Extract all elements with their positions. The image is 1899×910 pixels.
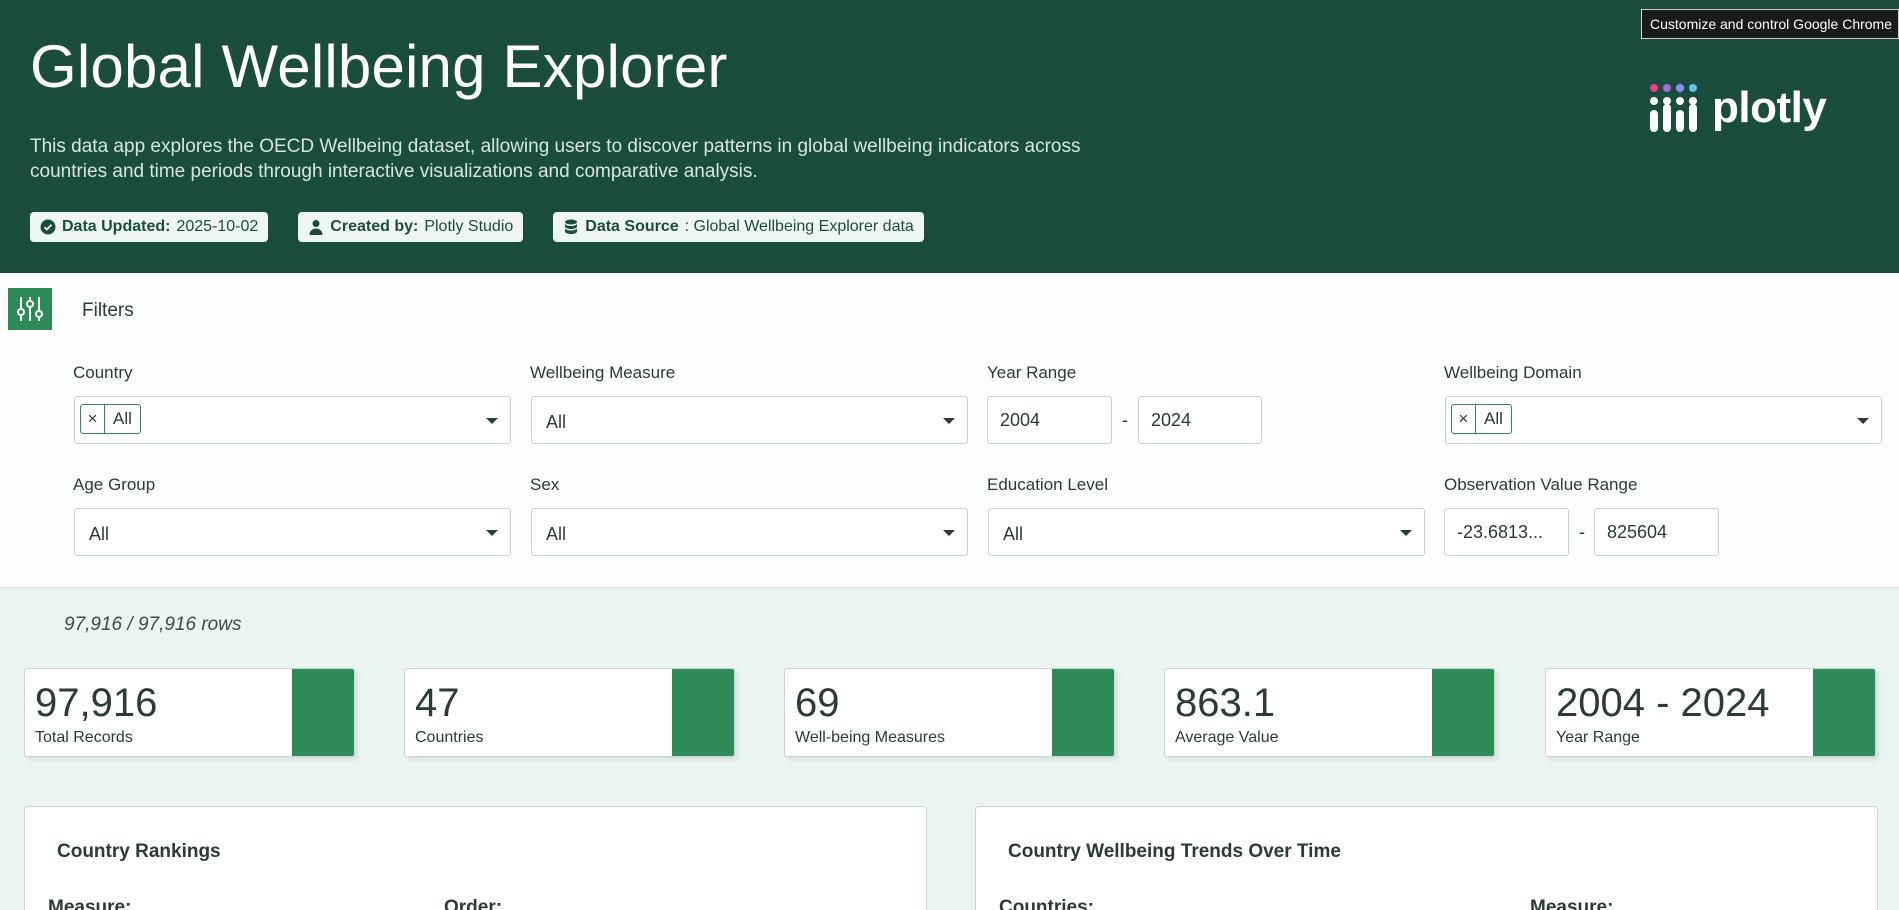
card-title: Country Rankings bbox=[57, 841, 221, 862]
kpi-countries: 47 Countries bbox=[404, 668, 735, 757]
badge-value: : Global Wellbeing Explorer data bbox=[684, 218, 914, 235]
kpi-accent-bar bbox=[1813, 669, 1875, 756]
country-label: Country bbox=[73, 363, 133, 382]
page-title: Global Wellbeing Explorer bbox=[30, 33, 728, 100]
filters-heading: Filters bbox=[82, 300, 134, 321]
badge-label: Data Source bbox=[585, 218, 679, 235]
plotly-logo[interactable]: plotly bbox=[1648, 82, 1827, 134]
kpi-label: Year Range bbox=[1556, 729, 1640, 746]
kpi-accent-bar bbox=[672, 669, 734, 756]
badge-label: Data Updated: bbox=[62, 218, 171, 235]
domain-dropdown[interactable]: × All bbox=[1445, 396, 1882, 444]
kpi-measures: 69 Well-being Measures bbox=[784, 668, 1115, 757]
education-label: Education Level bbox=[987, 475, 1108, 494]
database-icon bbox=[565, 219, 578, 234]
chevron-down-icon[interactable] bbox=[1400, 530, 1412, 536]
kpi-year-range: 2004 - 2024 Year Range bbox=[1545, 668, 1876, 757]
measure-label: Wellbeing Measure bbox=[530, 363, 676, 382]
user-icon bbox=[309, 220, 323, 235]
kpi-accent-bar bbox=[292, 669, 354, 756]
filters-toggle-button[interactable] bbox=[8, 288, 52, 330]
info-badges: Data Updated: 2025-10-02 Created by: Plo… bbox=[30, 212, 924, 242]
chevron-down-icon[interactable] bbox=[943, 418, 955, 424]
measure-control-label: Measure: bbox=[48, 897, 132, 910]
badge-value: Plotly Studio bbox=[424, 218, 514, 235]
chip-remove-button[interactable]: × bbox=[1452, 405, 1476, 433]
chip-label: All bbox=[1484, 409, 1503, 428]
chevron-down-icon[interactable] bbox=[486, 530, 498, 536]
kpi-total-records: 97,916 Total Records bbox=[24, 668, 355, 757]
sex-dropdown[interactable]: All bbox=[531, 508, 968, 556]
badge-value: 2025-10-02 bbox=[176, 218, 259, 235]
education-value: All bbox=[1003, 524, 1024, 544]
badge-label: Created by: bbox=[330, 218, 419, 235]
sex-label: Sex bbox=[530, 475, 560, 494]
created-by-badge: Created by: Plotly Studio bbox=[298, 212, 524, 242]
sliders-icon bbox=[17, 297, 43, 321]
data-updated-badge: Data Updated: 2025-10-02 bbox=[30, 212, 269, 242]
country-dropdown[interactable]: × All bbox=[74, 396, 511, 444]
chevron-down-icon[interactable] bbox=[943, 530, 955, 536]
countries-control-label: Countries: bbox=[999, 897, 1094, 910]
age-group-value: All bbox=[89, 524, 110, 544]
year-to-input[interactable]: 2024 bbox=[1138, 396, 1262, 444]
range-separator: - bbox=[1579, 522, 1585, 542]
chrome-tooltip: Customize and control Google Chrome bbox=[1641, 9, 1899, 39]
kpi-value: 97,916 bbox=[35, 681, 158, 725]
education-dropdown[interactable]: All bbox=[988, 508, 1425, 556]
check-circle-icon bbox=[40, 219, 56, 235]
chip-remove-button[interactable]: × bbox=[81, 405, 105, 433]
domain-chip: × All bbox=[1451, 404, 1512, 434]
row-count: 97,916 / 97,916 rows bbox=[64, 614, 242, 635]
logo-text: plotly bbox=[1712, 83, 1827, 132]
year-from-input[interactable]: 2004 bbox=[987, 396, 1112, 444]
kpi-value: 47 bbox=[415, 681, 460, 725]
range-separator: - bbox=[1122, 410, 1128, 430]
measure-value: All bbox=[546, 412, 567, 432]
data-source-badge: Data Source : Global Wellbeing Explorer d… bbox=[553, 212, 924, 242]
kpi-accent-bar bbox=[1432, 669, 1494, 756]
kpi-value: 2004 - 2024 bbox=[1556, 681, 1770, 725]
measure-dropdown[interactable]: All bbox=[531, 396, 968, 444]
country-rankings-card: Country Rankings Measure: Order: bbox=[24, 806, 927, 910]
kpi-value: 863.1 bbox=[1175, 681, 1276, 725]
wellbeing-trends-card: Country Wellbeing Trends Over Time Count… bbox=[975, 806, 1878, 910]
plotly-mark-icon bbox=[1650, 84, 1697, 132]
obs-range-label: Observation Value Range bbox=[1444, 475, 1638, 494]
kpi-label: Total Records bbox=[35, 729, 133, 746]
chevron-down-icon[interactable] bbox=[486, 418, 498, 424]
obs-to-input[interactable]: 825604 bbox=[1594, 508, 1719, 556]
kpi-label: Average Value bbox=[1175, 729, 1279, 746]
chevron-down-icon[interactable] bbox=[1857, 418, 1869, 424]
card-title: Country Wellbeing Trends Over Time bbox=[1008, 841, 1341, 862]
filters-panel: Filters Country × All Wellbeing Measure … bbox=[0, 273, 1899, 588]
year-range-label: Year Range bbox=[987, 363, 1077, 382]
kpi-value: 69 bbox=[795, 681, 840, 725]
obs-from-input[interactable]: -23.6813... bbox=[1444, 508, 1569, 556]
kpi-accent-bar bbox=[1052, 669, 1114, 756]
app-description: This data app explores the OECD Wellbein… bbox=[30, 136, 1081, 182]
kpi-average-value: 863.1 Average Value bbox=[1164, 668, 1495, 757]
age-group-label: Age Group bbox=[73, 475, 156, 494]
order-control-label: Order: bbox=[444, 897, 503, 910]
kpi-label: Well-being Measures bbox=[795, 729, 945, 746]
age-group-dropdown[interactable]: All bbox=[74, 508, 511, 556]
chip-label: All bbox=[113, 409, 132, 428]
app-header: Global Wellbeing Explorer This data app … bbox=[0, 0, 1899, 273]
sex-value: All bbox=[546, 524, 567, 544]
measure-control-label: Measure: bbox=[1530, 897, 1614, 910]
kpi-label: Countries bbox=[415, 729, 484, 746]
domain-label: Wellbeing Domain bbox=[1444, 363, 1582, 382]
country-chip: × All bbox=[80, 404, 141, 434]
